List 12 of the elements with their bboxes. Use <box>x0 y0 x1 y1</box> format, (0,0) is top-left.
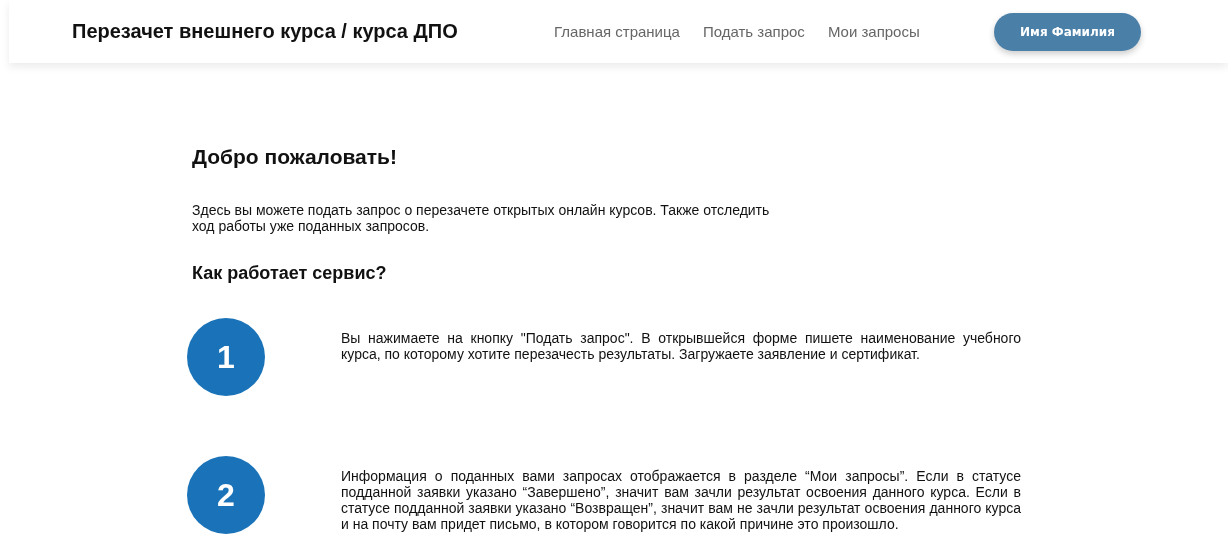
step-number: 2 <box>187 456 265 534</box>
user-button[interactable]: Имя Фамилия <box>994 12 1141 51</box>
intro-text: Здесь вы можете подать запрос о перезачете открытых онлайн курсов. Также отследить ход работы уже поданных запросов. <box>192 202 771 234</box>
nav-link[interactable]: Главная страница <box>554 23 680 40</box>
step-text: Вы нажимаете на кнопку "Подать запрос". В открывшейся форме пишете наименование учебного курса, по которому хотите перезачесть результаты. Загружаете заявление и сертификат. <box>341 330 1021 362</box>
site-title: Перезачет внешнего курса / курса ДПО <box>72 20 459 43</box>
welcome-title: Добро пожаловать! <box>192 145 398 169</box>
nav-link[interactable]: Подать запрос <box>702 23 805 40</box>
step-text: Информация о поданных вами запросах отображается в разделе “Мои запросы”. Если в статусе подданной заявки указано “Завершено”, значит вам зачли результат освоения данного курса. Если в статусе подданной заявки указано “Возвращен”, значит вам не зачли результат освоения данного курса и на почту вам придет письмо, в котором говорится по какой причине это произошло. <box>341 468 1021 532</box>
step-number: 1 <box>187 318 265 396</box>
section-title: Как работает сервис? <box>192 263 388 284</box>
nav-link[interactable]: Мои запросы <box>827 23 920 40</box>
